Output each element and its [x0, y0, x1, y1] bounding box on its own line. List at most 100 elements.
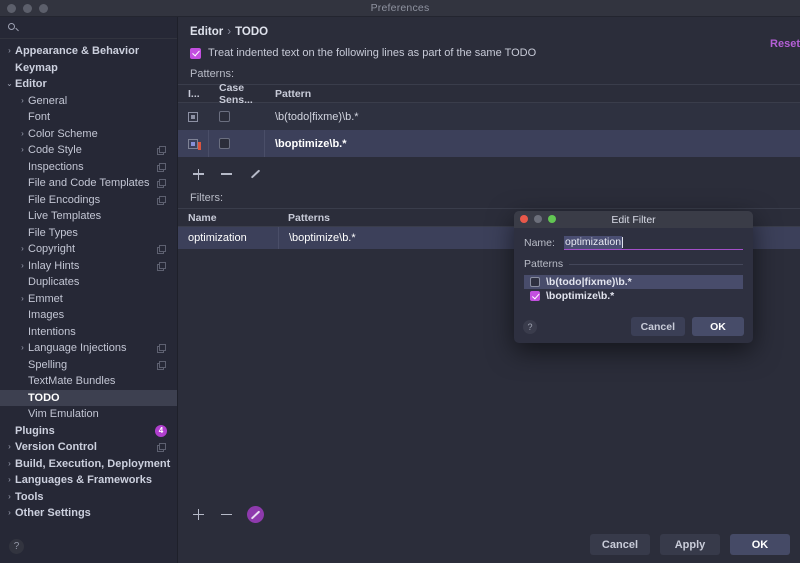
sidebar-item-appearance-behavior[interactable]: ›Appearance & Behavior: [0, 43, 177, 60]
pattern-label: \boptimize\b.*: [540, 290, 614, 302]
chevron-right-icon[interactable]: ›: [17, 344, 28, 352]
chevron-right-icon[interactable]: ›: [4, 47, 15, 55]
case-sensitive-checkbox[interactable]: [219, 138, 230, 149]
sidebar-item-version-control[interactable]: ›Version Control: [0, 439, 177, 456]
settings-search-row[interactable]: [0, 17, 177, 39]
sidebar-item-textmate-bundles[interactable]: TextMate Bundles: [0, 373, 177, 390]
sidebar-item-file-encodings[interactable]: File Encodings: [0, 192, 177, 209]
sidebar-item-emmet[interactable]: ›Emmet: [0, 291, 177, 308]
patterns-add-button[interactable]: [191, 167, 206, 182]
chevron-right-icon[interactable]: ›: [4, 476, 15, 484]
sidebar-item-label: Other Settings: [15, 507, 91, 519]
filters-edit-button[interactable]: [247, 506, 264, 523]
sidebar-item-keymap[interactable]: Keymap: [0, 60, 177, 77]
sidebar-item-label: Tools: [15, 491, 44, 503]
sidebar-item-duplicates[interactable]: Duplicates: [0, 274, 177, 291]
sidebar-item-images[interactable]: Images: [0, 307, 177, 324]
window-traffic-lights[interactable]: [7, 4, 48, 13]
apply-button[interactable]: Apply: [660, 534, 720, 555]
sidebar-item-build-execution-deployment[interactable]: ›Build, Execution, Deployment: [0, 456, 177, 473]
pattern-checkbox[interactable]: [530, 291, 540, 301]
case-sensitive-cell[interactable]: [208, 130, 264, 157]
edit-filter-titlebar: Edit Filter: [514, 211, 753, 228]
sidebar-item-editor[interactable]: ⌄Editor: [0, 76, 177, 93]
help-button[interactable]: ?: [9, 539, 24, 554]
table-row[interactable]: \boptimize\b.*: [178, 130, 800, 157]
sidebar-item-file-types[interactable]: File Types: [0, 225, 177, 242]
breadcrumb-parent[interactable]: Editor: [190, 26, 223, 38]
sidebar-item-code-style[interactable]: ›Code Style: [0, 142, 177, 159]
chevron-right-icon[interactable]: ›: [17, 146, 28, 154]
patterns-col-icon-header[interactable]: I...: [178, 88, 208, 100]
minimize-button-icon[interactable]: [23, 4, 32, 13]
dialog-close-button-icon[interactable]: [520, 215, 528, 223]
reset-link[interactable]: Reset: [770, 38, 800, 50]
patterns-col-case-header[interactable]: Case Sens...: [208, 82, 264, 106]
chevron-right-icon[interactable]: ›: [17, 245, 28, 253]
sidebar-item-font[interactable]: Font: [0, 109, 177, 126]
filters-section-label: Filters:: [178, 183, 800, 208]
sidebar-item-plugins[interactable]: Plugins4: [0, 423, 177, 440]
chevron-down-icon[interactable]: ⌄: [4, 80, 15, 88]
sidebar-item-tools[interactable]: ›Tools: [0, 489, 177, 506]
pattern-cell[interactable]: \boptimize\b.*: [264, 130, 800, 157]
sidebar-item-file-and-code-templates[interactable]: File and Code Templates: [0, 175, 177, 192]
sidebar-item-live-templates[interactable]: Live Templates: [0, 208, 177, 225]
close-button-icon[interactable]: [7, 4, 16, 13]
project-scope-icon: [157, 344, 165, 352]
sidebar-item-color-scheme[interactable]: ›Color Scheme: [0, 126, 177, 143]
pattern-cell[interactable]: \b(todo|fixme)\b.*: [264, 103, 800, 130]
indent-todo-checkbox-row[interactable]: Treat indented text on the following lin…: [178, 38, 800, 59]
indent-todo-checkbox[interactable]: [190, 48, 201, 59]
dialog-traffic-lights[interactable]: [520, 215, 556, 223]
zoom-button-icon[interactable]: [39, 4, 48, 13]
dialog-ok-button[interactable]: OK: [692, 317, 744, 336]
case-sensitive-cell[interactable]: [208, 103, 264, 130]
sidebar-item-languages-frameworks[interactable]: ›Languages & Frameworks: [0, 472, 177, 489]
filters-col-name-header[interactable]: Name: [178, 212, 278, 224]
sidebar-item-label: Inlay Hints: [28, 260, 79, 272]
dialog-help-button[interactable]: ?: [523, 320, 537, 334]
dialog-minimize-button-icon[interactable]: [534, 215, 542, 223]
sidebar-item-vim-emulation[interactable]: Vim Emulation: [0, 406, 177, 423]
filter-name-cell[interactable]: optimization: [178, 227, 278, 249]
sidebar-item-spelling[interactable]: Spelling: [0, 357, 177, 374]
pattern-checkbox[interactable]: [530, 277, 540, 287]
sidebar-item-label: Appearance & Behavior: [15, 45, 139, 57]
sidebar-item-label: Language Injections: [28, 342, 126, 354]
patterns-col-pattern-header[interactable]: Pattern: [264, 88, 800, 100]
sidebar-item-inlay-hints[interactable]: ›Inlay Hints: [0, 258, 177, 275]
chevron-right-icon[interactable]: ›: [17, 130, 28, 138]
sidebar-item-other-settings[interactable]: ›Other Settings: [0, 505, 177, 522]
filters-remove-button[interactable]: [219, 507, 234, 522]
patterns-edit-button[interactable]: [247, 167, 262, 182]
chevron-right-icon[interactable]: ›: [4, 509, 15, 517]
dialog-patterns-legend: Patterns: [524, 258, 743, 270]
list-item[interactable]: \boptimize\b.*: [524, 289, 743, 303]
dialog-cancel-button[interactable]: Cancel: [631, 317, 685, 336]
cancel-button[interactable]: Cancel: [590, 534, 650, 555]
filter-name-input[interactable]: optimization: [564, 236, 743, 250]
case-sensitive-checkbox[interactable]: [219, 111, 230, 122]
list-item[interactable]: \b(todo|fixme)\b.*: [524, 275, 743, 289]
chevron-right-icon[interactable]: ›: [17, 295, 28, 303]
sidebar-item-copyright[interactable]: ›Copyright: [0, 241, 177, 258]
edit-filter-body: Name: optimization Patterns \b(todo|fixm…: [514, 228, 753, 303]
dialog-zoom-button-icon[interactable]: [548, 215, 556, 223]
filters-add-button[interactable]: [191, 507, 206, 522]
patterns-remove-button[interactable]: [219, 167, 234, 182]
sidebar-item-label: Color Scheme: [28, 128, 98, 140]
sidebar-item-inspections[interactable]: Inspections: [0, 159, 177, 176]
chevron-right-icon[interactable]: ›: [4, 460, 15, 468]
sidebar-item-general[interactable]: ›General: [0, 93, 177, 110]
sidebar-item-todo[interactable]: TODO: [0, 390, 177, 407]
sidebar-item-intentions[interactable]: Intentions: [0, 324, 177, 341]
chevron-right-icon[interactable]: ›: [4, 443, 15, 451]
table-row[interactable]: \b(todo|fixme)\b.*: [178, 103, 800, 130]
chevron-right-icon[interactable]: ›: [17, 97, 28, 105]
ok-button[interactable]: OK: [730, 534, 790, 555]
sidebar-item-language-injections[interactable]: ›Language Injections: [0, 340, 177, 357]
chevron-right-icon[interactable]: ›: [17, 262, 28, 270]
chevron-right-icon[interactable]: ›: [4, 493, 15, 501]
filter-name-row: Name: optimization: [524, 236, 743, 250]
